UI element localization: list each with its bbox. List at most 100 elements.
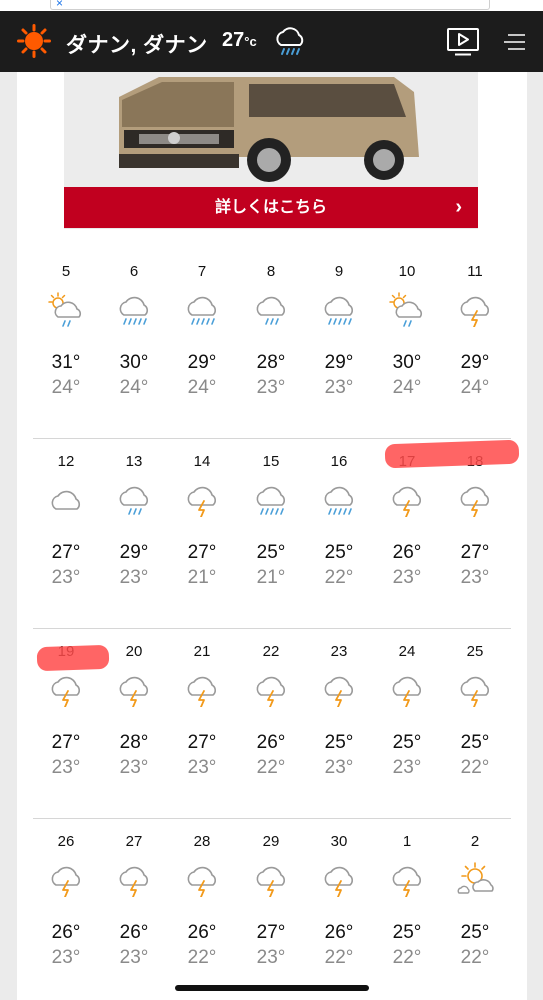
forecast-day[interactable]: 8 28° 23° [237,249,305,439]
forecast-week-row: 12 27° 23° 13 29° 23° 14 27° 21° 15 25° 21° 16 25° 22°… [17,439,527,629]
thunder-cloud-icon [256,676,286,707]
low-temperature: 22° [460,947,490,968]
forecast-day[interactable]: 27 26° 23° [100,819,168,1000]
day-date: 16 [330,453,348,470]
day-date: 12 [57,453,75,470]
thunder-cloud-icon [460,486,490,517]
thunder-cloud-icon [187,676,217,707]
forecast-day[interactable]: 2 25° 22° [441,819,509,1000]
high-temperature: 29° [460,352,490,373]
thunder-cloud-icon [119,676,149,707]
day-date: 13 [125,453,143,470]
forecast-day[interactable]: 9 29° 23° [305,249,373,439]
day-date: 27 [125,833,143,850]
forecast-day[interactable]: 20 28° 23° [100,629,168,819]
low-temperature: 23° [256,947,286,968]
forecast-day[interactable]: 15 25° 21° [237,439,305,629]
day-date: 28 [193,833,211,850]
forecast-day[interactable]: 29 27° 23° [237,819,305,1000]
high-temperature: 31° [51,352,81,373]
low-temperature: 24° [460,377,490,398]
cloud-heavy-rain-icon [187,296,217,325]
low-temperature: 24° [119,377,149,398]
van-image [64,72,478,187]
low-temperature: 23° [119,757,149,778]
forecast-day[interactable]: 1827°23° [441,439,509,629]
chevron-right-icon: › [455,196,462,218]
forecast-day[interactable]: 5 31° 24° [32,249,100,439]
forecast-day[interactable]: 21 27° 23° [168,629,236,819]
sun-cloud-rain-icon [48,292,82,327]
forecast-day[interactable]: 7 29° 24° [168,249,236,439]
day-date: 21 [193,643,211,660]
sun-logo-icon[interactable] [17,24,51,58]
cloud-heavy-rain-icon [119,296,149,325]
forecast-day[interactable]: 12 27° 23° [32,439,100,629]
day-date: 7 [197,263,207,280]
thunder-cloud-icon [51,866,81,897]
low-temperature: 21° [187,567,217,588]
forecast-day[interactable]: 26 26° 23° [32,819,100,1000]
thunder-cloud-icon [51,676,81,707]
forecast-day[interactable]: 25 25° 22° [441,629,509,819]
forecast-day[interactable]: 1 25° 22° [373,819,441,1000]
high-temperature: 25° [460,922,490,943]
low-temperature: 23° [392,757,422,778]
forecast-day[interactable]: 13 29° 23° [100,439,168,629]
forecast-day[interactable]: 28 26° 22° [168,819,236,1000]
high-temperature: 29° [324,352,354,373]
day-date: 1 [402,833,412,850]
low-temperature: 23° [187,757,217,778]
home-indicator[interactable] [175,985,369,991]
sun-cloud-rain-icon [389,292,423,327]
day-date: 2 [470,833,480,850]
sun-cloud-icon [457,862,494,894]
forecast-day[interactable]: 6 30° 24° [100,249,168,439]
high-temperature: 28° [256,352,286,373]
high-temperature: 27° [51,732,81,753]
high-temperature: 27° [187,732,217,753]
menu-icon[interactable] [504,33,526,51]
advertisement-banner[interactable]: 詳しくはこちら › [64,72,478,229]
url-bar[interactable] [50,0,490,10]
forecast-day[interactable]: 11 29° 24° [441,249,509,439]
location-name[interactable]: ダナン, ダナン [66,29,208,59]
forecast-day[interactable]: 30 26° 22° [305,819,373,1000]
high-temperature: 29° [187,352,217,373]
thunder-cloud-icon [119,866,149,897]
low-temperature: 22° [460,757,490,778]
day-date: 30 [330,833,348,850]
low-temperature: 22° [187,947,217,968]
forecast-day[interactable]: 23 25° 23° [305,629,373,819]
low-temperature: 23° [392,567,422,588]
cloud-heavy-rain-icon [324,486,354,515]
app-header: ダナン, ダナン 27°c [0,11,543,72]
low-temperature: 23° [256,377,286,398]
highlight-mark [36,644,110,672]
high-temperature: 27° [51,542,81,563]
low-temperature: 22° [392,947,422,968]
details-button[interactable]: 詳しくはこちら › [64,187,478,228]
thunder-cloud-icon [324,676,354,707]
video-icon[interactable] [446,27,480,57]
forecast-day[interactable]: 14 27° 21° [168,439,236,629]
high-temperature: 26° [256,732,286,753]
day-date: 5 [61,263,71,280]
current-temperature-value: 27 [222,29,245,51]
thunder-cloud-icon [392,676,422,707]
day-date: 8 [266,263,276,280]
high-temperature: 25° [460,732,490,753]
close-icon[interactable]: × [56,0,63,10]
forecast-day[interactable]: 24 25° 23° [373,629,441,819]
forecast-day[interactable]: 22 26° 22° [237,629,305,819]
low-temperature: 23° [51,757,81,778]
cloud-heavy-rain-icon [324,296,354,325]
low-temperature: 23° [324,757,354,778]
high-temperature: 30° [392,352,422,373]
temperature-unit: °c [244,34,257,49]
cloud-rain-icon [256,296,286,325]
highlight-mark [384,439,520,469]
high-temperature: 27° [256,922,286,943]
forecast-day[interactable]: 16 25° 22° [305,439,373,629]
forecast-day[interactable]: 10 30° 24° [373,249,441,439]
